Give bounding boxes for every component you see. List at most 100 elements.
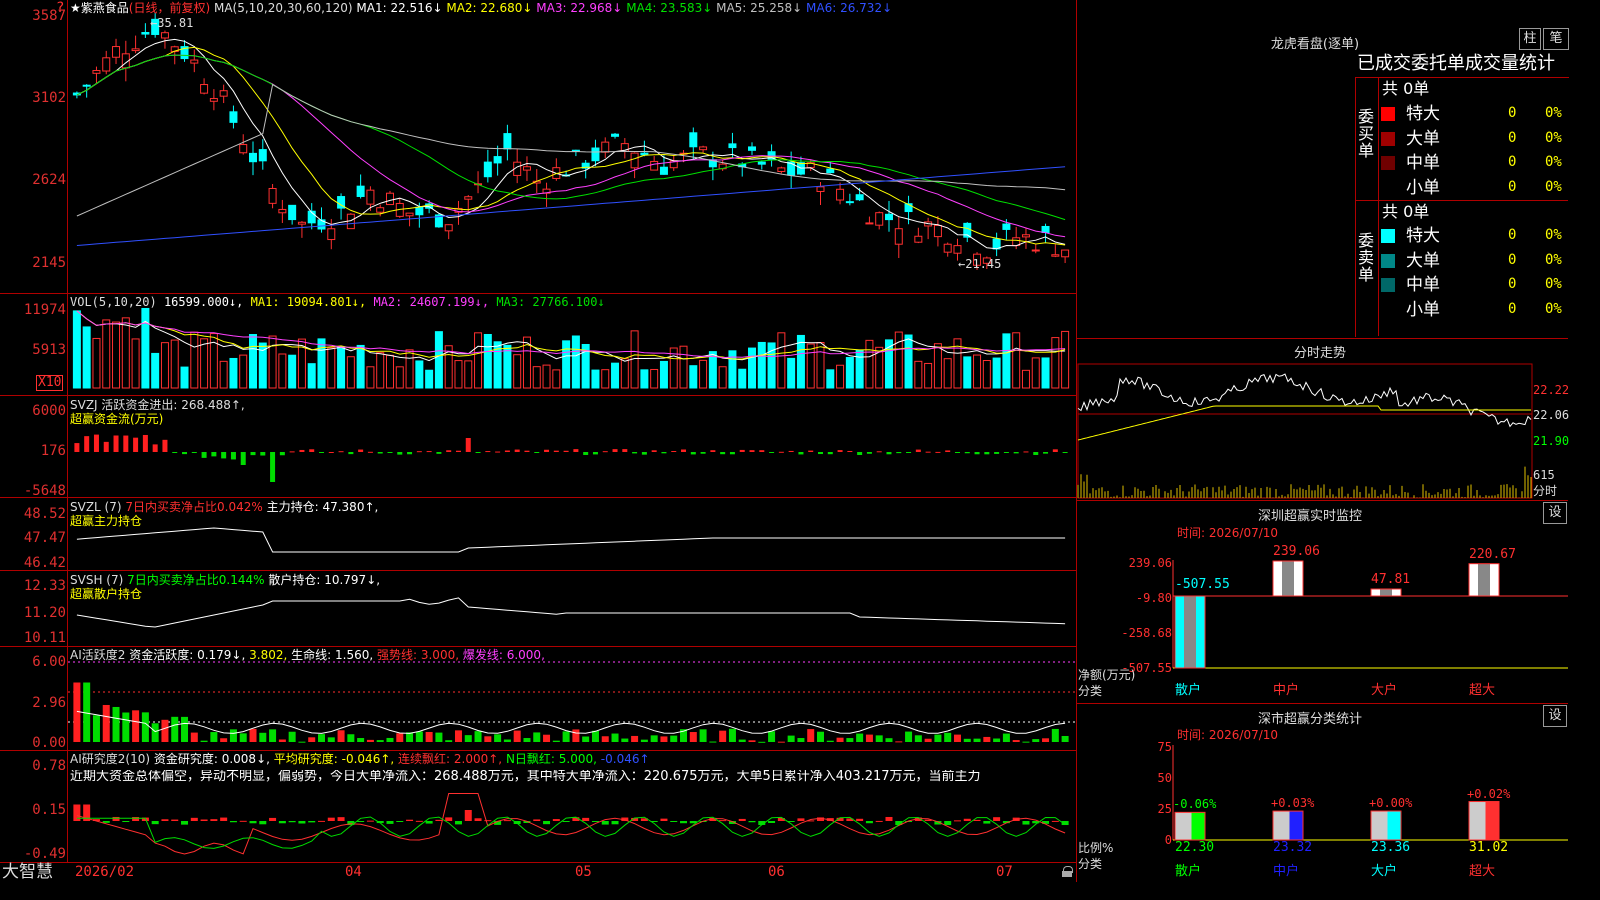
pen-mode-button[interactable]: 笔 <box>1543 28 1569 50</box>
monitor-settings-button[interactable]: 设 <box>1543 502 1567 524</box>
volume-bar <box>249 334 258 389</box>
ai2-bar <box>308 821 316 823</box>
svzj-bar <box>994 452 1000 454</box>
svzj-bar <box>133 437 139 452</box>
volume-bar <box>992 357 1001 389</box>
volume-bar <box>933 343 942 389</box>
classify-bar-shade <box>1273 811 1290 840</box>
sell-row-pct: 0% <box>1545 227 1562 243</box>
ai1-bar <box>797 738 805 742</box>
volume-bar <box>425 369 434 389</box>
sell-row-name: 大单 <box>1406 250 1440 271</box>
svzj-bar <box>729 452 735 455</box>
ai1-bar <box>122 712 130 742</box>
svzj-bar <box>260 452 266 456</box>
classify-bar-大户 <box>1371 811 1401 840</box>
candle-body <box>933 224 942 238</box>
volume-bar <box>102 319 111 389</box>
svzj-header: SVZJ 活跃资金进出: 268.488↑, <box>70 398 245 412</box>
ai1-bar <box>366 739 374 742</box>
ai1-bar <box>562 731 570 742</box>
kline-chart-canvas[interactable] <box>0 0 1076 882</box>
candlestick-group <box>72 13 1070 270</box>
buy-swatch-2 <box>1381 156 1395 170</box>
buy-row-count: 0 <box>1508 178 1517 195</box>
svzj-bar <box>152 444 158 452</box>
intraday-unit: 分时 <box>1533 484 1558 498</box>
candle-body <box>522 166 531 171</box>
svzl-header: SVZL (7) 7日内买卖净占比0.042% 主力持仓: 47.380↑, <box>70 500 378 514</box>
candle-body <box>268 187 277 204</box>
monitor-bar-超大 <box>1469 563 1499 596</box>
ai2-graph <box>73 793 1069 855</box>
volume-bar <box>855 349 864 389</box>
ai1-bar <box>777 741 785 743</box>
candle-body <box>640 152 649 156</box>
ai1-d: 强势线: 3.000, <box>377 648 460 662</box>
volume-bar <box>963 356 972 389</box>
volume-bar <box>826 369 835 389</box>
ai2-bar <box>993 817 1001 821</box>
ai1-bar <box>689 732 697 742</box>
svzj-bar <box>211 452 217 457</box>
candle-body <box>611 133 620 137</box>
ai1-bar <box>1042 738 1050 742</box>
classify-category: 散户 <box>1175 864 1202 879</box>
volume-bar <box>239 354 248 389</box>
ai2-comment: 近期大资金总体偏空，异动不明显，偏弱势，今日大单净流入：268.488万元，其中… <box>70 770 981 784</box>
candle-body <box>894 228 903 245</box>
buy-row-count: 0 <box>1508 105 1517 121</box>
ai2-axis-label: -0.49 <box>23 846 66 862</box>
volume-bar <box>229 357 238 389</box>
svzj-bar <box>984 452 990 455</box>
buy-row-name: 小单 <box>1406 177 1440 198</box>
candle-body <box>836 188 845 201</box>
vol-value: 16599.000↓, <box>163 295 244 309</box>
volume-bar <box>141 307 150 389</box>
candle-body <box>297 221 306 225</box>
volume-bar <box>699 359 708 389</box>
svzj-bar <box>367 451 373 453</box>
svzj-bar <box>1013 452 1019 454</box>
candle-body <box>943 243 952 253</box>
candle-body <box>650 160 659 171</box>
ai1-bar <box>670 735 678 742</box>
ai1-bar <box>239 733 247 742</box>
ai2-bar <box>464 810 472 821</box>
candle-body <box>787 161 796 176</box>
svzj-bar <box>221 452 227 459</box>
candle-body <box>699 146 708 151</box>
volume-bar <box>659 360 668 389</box>
classify-frame <box>1077 703 1568 704</box>
ai2-bar <box>875 820 883 822</box>
ma1-line <box>76 38 1066 250</box>
ai2-bar <box>269 817 277 821</box>
volume-bar <box>219 360 228 389</box>
chart-mode[interactable]: (日线，前复权) <box>129 1 210 15</box>
ai1-bar <box>728 728 736 742</box>
classify-bar-outline <box>1468 801 1500 841</box>
ai1-bar <box>895 741 903 743</box>
svzj-bar <box>1023 451 1029 453</box>
stock-name[interactable]: ★紫燕食品 <box>70 1 129 15</box>
app-name[interactable]: 大智慧 <box>2 862 53 882</box>
svzj-bar <box>759 450 765 452</box>
svzj-bar <box>720 452 726 455</box>
classify-settings-button[interactable]: 设 <box>1543 705 1567 727</box>
svzj-bar <box>182 452 188 455</box>
svzj-bar <box>798 452 804 455</box>
price-axis-label: 3102 <box>32 90 66 106</box>
svzj-bar <box>886 452 892 455</box>
intraday-price-line <box>1077 373 1532 428</box>
ai1-bar <box>758 741 766 743</box>
buy-row-name: 特大 <box>1406 104 1440 124</box>
ai1-line <box>76 710 1066 734</box>
candle-body <box>1041 225 1050 233</box>
candle-body <box>816 186 825 192</box>
bar-mode-button[interactable]: 柱 <box>1519 28 1541 50</box>
ai1-axis-label: 0.00 <box>32 735 66 751</box>
ai1-bar <box>474 731 482 742</box>
svzl-axis-label: 46.42 <box>23 555 66 571</box>
ai1-bar <box>494 734 502 742</box>
buy-row-pct: 0% <box>1545 154 1562 170</box>
